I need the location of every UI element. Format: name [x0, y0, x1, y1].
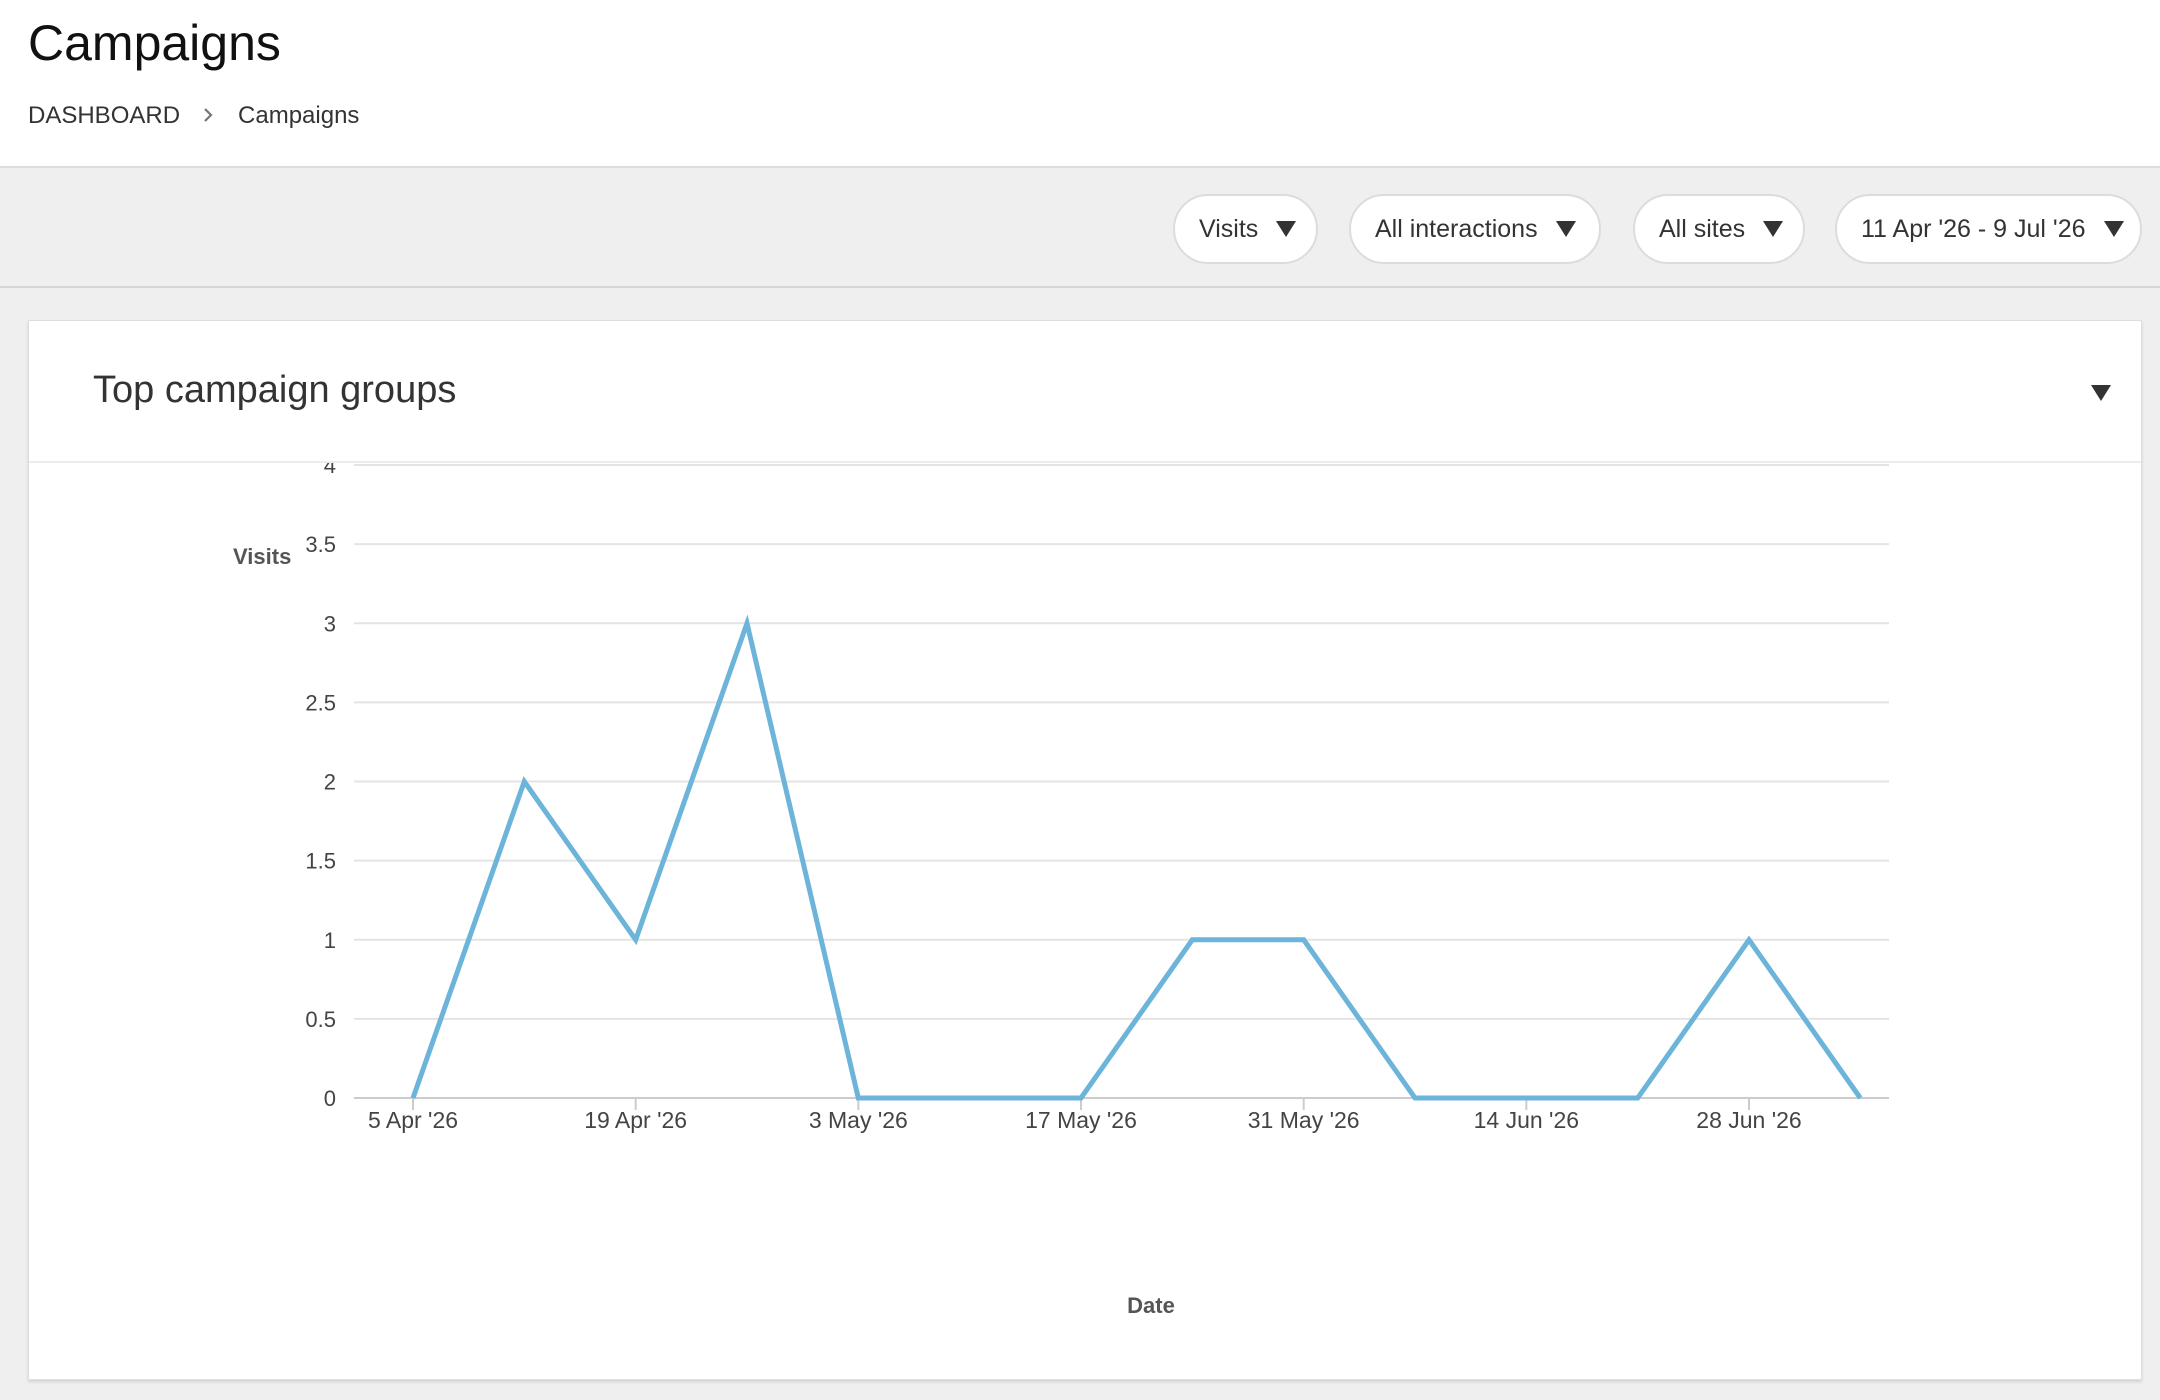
caret-down-icon — [2103, 221, 2124, 237]
interactions-dropdown-label: All interactions — [1375, 214, 1538, 243]
chevron-right-icon — [202, 103, 214, 129]
y-tick-label: 4 — [324, 463, 336, 478]
y-axis-title: Visits — [233, 544, 291, 569]
x-tick-label: 17 May '26 — [1025, 1107, 1137, 1133]
y-tick-label: 2.5 — [305, 690, 336, 715]
top-campaign-groups-card: Top campaign groups 0 0.5 1 1.5 2 2.5 3 3.5 4 5 A… — [28, 320, 2142, 1380]
x-tick-label: 31 May '26 — [1248, 1107, 1360, 1133]
x-tick-label: 5 Apr '26 — [368, 1107, 458, 1133]
breadcrumb: DASHBOARD Campaigns — [28, 102, 359, 130]
filter-bar: Visits All interactions All sites 11 Apr… — [0, 168, 2160, 288]
metric-dropdown-label: Visits — [1199, 214, 1259, 243]
card-header: Top campaign groups — [29, 321, 2141, 463]
y-tick-label: 0.5 — [305, 1007, 336, 1032]
x-axis-title: Date — [1127, 1293, 1175, 1318]
y-tick-label: 1 — [324, 928, 336, 953]
y-tick-label: 1.5 — [305, 849, 336, 874]
caret-down-icon — [1763, 221, 1784, 237]
x-tick-label: 3 May '26 — [809, 1107, 908, 1133]
y-tick-label: 0 — [324, 1086, 336, 1111]
sites-dropdown[interactable]: All sites — [1633, 194, 1805, 264]
x-tick-label: 28 Jun '26 — [1696, 1107, 1801, 1133]
date-range-dropdown-label: 11 Apr '26 - 9 Jul '26 — [1861, 214, 2086, 243]
page-header: Campaigns DASHBOARD Campaigns — [0, 0, 2160, 168]
x-tick-label: 14 Jun '26 — [1474, 1107, 1579, 1133]
breadcrumb-current: Campaigns — [238, 102, 360, 129]
y-tick-label: 2 — [324, 770, 336, 795]
caret-down-icon[interactable] — [2089, 383, 2113, 403]
page-title: Campaigns — [28, 15, 281, 71]
interactions-dropdown[interactable]: All interactions — [1349, 194, 1601, 264]
visits-line-chart: 0 0.5 1 1.5 2 2.5 3 3.5 4 5 Apr '26 19 Apr '26 3 Ma… — [233, 463, 1889, 1318]
x-tick-label: 19 Apr '26 — [584, 1107, 687, 1133]
breadcrumb-dashboard-link[interactable]: DASHBOARD — [28, 102, 180, 130]
card-title: Top campaign groups — [93, 369, 457, 411]
y-tick-label: 3 — [324, 611, 336, 636]
y-tick-label: 3.5 — [305, 532, 336, 557]
sites-dropdown-label: All sites — [1659, 214, 1746, 243]
date-range-dropdown[interactable]: 11 Apr '26 - 9 Jul '26 — [1835, 194, 2142, 264]
caret-down-icon — [1555, 221, 1576, 237]
metric-dropdown[interactable]: Visits — [1173, 194, 1318, 264]
caret-down-icon — [1276, 221, 1297, 237]
